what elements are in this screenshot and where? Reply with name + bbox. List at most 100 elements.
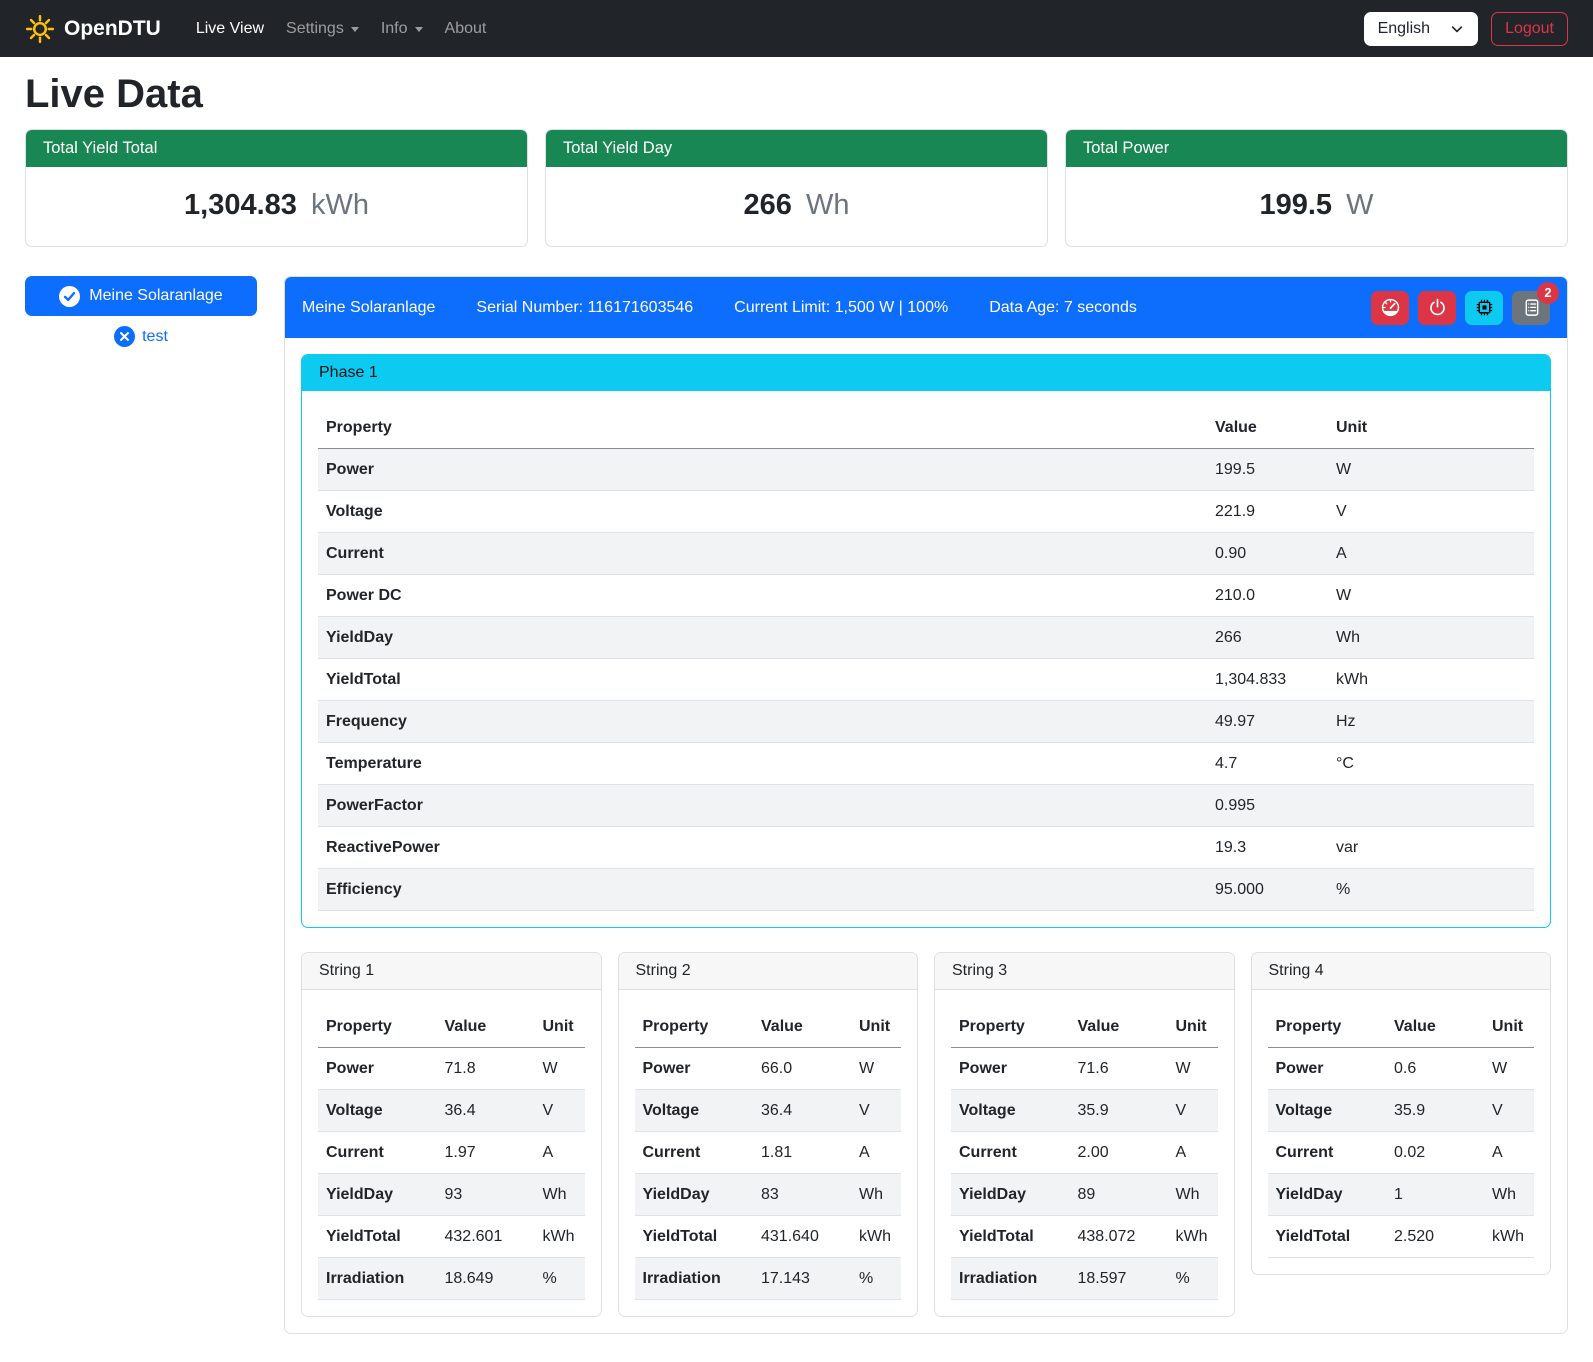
- card-unit: Wh: [806, 189, 850, 221]
- card-title: Total Power: [1066, 130, 1567, 167]
- nav-item-about[interactable]: About: [436, 12, 496, 46]
- nav-item-label: Info: [381, 20, 408, 38]
- property-cell: Current: [635, 1132, 754, 1174]
- string-4-title: String 4: [1252, 953, 1551, 990]
- property-cell: Irradiation: [951, 1258, 1070, 1300]
- unit-cell: kWh: [1478, 1216, 1534, 1258]
- inverter-name: Meine Solaranlage: [302, 299, 435, 317]
- power-icon: [1428, 298, 1447, 317]
- table-row: Power DC210.0W: [318, 575, 1534, 617]
- property-cell: Efficiency: [318, 869, 1207, 911]
- value-cell: 1: [1386, 1174, 1478, 1216]
- table-header-row: Property Value Unit: [318, 407, 1534, 449]
- table-row: Current0.90A: [318, 533, 1534, 575]
- table-row: Irradiation17.143%: [635, 1258, 902, 1300]
- navbar-right: English Logout: [1364, 12, 1568, 46]
- unit-cell: %: [845, 1258, 901, 1300]
- value-cell: 221.9: [1207, 491, 1319, 533]
- property-cell: Irradiation: [318, 1258, 437, 1300]
- inverter-select-button[interactable]: Meine Solaranlage: [25, 276, 257, 316]
- value-cell: 18.649: [437, 1258, 529, 1300]
- unit-cell: Wh: [529, 1174, 585, 1216]
- brand-logo[interactable]: OpenDTU: [25, 14, 161, 44]
- value-cell: 35.9: [1070, 1090, 1162, 1132]
- value-cell: 1,304.833: [1207, 659, 1319, 701]
- unit-cell: V: [1319, 491, 1534, 533]
- unit-cell: [1319, 785, 1534, 827]
- table-row: YieldTotal432.601kWh: [318, 1216, 585, 1258]
- device-info-button[interactable]: [1465, 291, 1503, 325]
- event-count-badge: 2: [1537, 282, 1559, 304]
- column-header-value: Value: [437, 1006, 529, 1048]
- table-row: YieldTotal2.520kWh: [1268, 1216, 1535, 1258]
- string-1-title: String 1: [302, 953, 601, 990]
- string-3-title: String 3: [935, 953, 1234, 990]
- column-header-property: Property: [318, 407, 1207, 449]
- property-cell: Power: [635, 1048, 754, 1090]
- table-row: Current0.02A: [1268, 1132, 1535, 1174]
- table-row: YieldTotal438.072kWh: [951, 1216, 1218, 1258]
- event-log-button[interactable]: 2: [1512, 291, 1550, 325]
- property-cell: YieldTotal: [635, 1216, 754, 1258]
- value-cell: 1.81: [753, 1132, 845, 1174]
- nav-item-settings[interactable]: Settings: [277, 12, 368, 46]
- string-2-title: String 2: [619, 953, 918, 990]
- table-row: ReactivePower19.3var: [318, 827, 1534, 869]
- table-header-row: Property Value Unit: [318, 1006, 585, 1048]
- property-cell: Power DC: [318, 575, 1207, 617]
- value-cell: 93: [437, 1174, 529, 1216]
- value-cell: 18.597: [1070, 1258, 1162, 1300]
- unit-cell: A: [1478, 1132, 1534, 1174]
- table-header-row: Property Value Unit: [1268, 1006, 1535, 1048]
- value-cell: 4.7: [1207, 743, 1319, 785]
- value-cell: 66.0: [753, 1048, 845, 1090]
- property-cell: YieldTotal: [1268, 1216, 1387, 1258]
- column-header-property: Property: [951, 1006, 1070, 1048]
- value-cell: 0.02: [1386, 1132, 1478, 1174]
- power-toggle-button[interactable]: [1418, 291, 1456, 325]
- language-select[interactable]: English: [1364, 12, 1478, 46]
- property-cell: Current: [951, 1132, 1070, 1174]
- value-cell: 2.520: [1386, 1216, 1478, 1258]
- gauge-icon: [1381, 298, 1400, 317]
- total-yield-day-card: Total Yield Day 266 Wh: [545, 129, 1048, 247]
- navbar: OpenDTU Live View Settings Info About En…: [0, 0, 1593, 57]
- unit-cell: kWh: [845, 1216, 901, 1258]
- logout-button[interactable]: Logout: [1491, 12, 1568, 46]
- phase-1-card: Phase 1 Property Value Unit Power199.5WV…: [301, 354, 1551, 928]
- string-2-table: Property Value Unit Power66.0WVoltage36.…: [635, 1006, 902, 1300]
- limit-settings-button[interactable]: [1371, 291, 1409, 325]
- unit-cell: %: [1162, 1258, 1218, 1300]
- property-cell: Power: [951, 1048, 1070, 1090]
- property-cell: Power: [318, 1048, 437, 1090]
- dropdown-caret-icon: [415, 27, 423, 32]
- nav-item-live-view[interactable]: Live View: [187, 12, 273, 46]
- nav-item-info[interactable]: Info: [372, 12, 432, 46]
- inverter-toolbar: 2: [1371, 291, 1550, 325]
- property-cell: Current: [1268, 1132, 1387, 1174]
- unit-cell: kWh: [1162, 1216, 1218, 1258]
- value-cell: 199.5: [1207, 449, 1319, 491]
- table-row: Current2.00A: [951, 1132, 1218, 1174]
- nav-item-label: Live View: [196, 20, 264, 38]
- table-row: Voltage35.9V: [951, 1090, 1218, 1132]
- column-header-value: Value: [1207, 407, 1319, 449]
- property-cell: ReactivePower: [318, 827, 1207, 869]
- unit-cell: V: [1478, 1090, 1534, 1132]
- column-header-unit: Unit: [1478, 1006, 1534, 1048]
- property-cell: Voltage: [318, 491, 1207, 533]
- unit-cell: kWh: [1319, 659, 1534, 701]
- unit-cell: °C: [1319, 743, 1534, 785]
- dropdown-caret-icon: [351, 27, 359, 32]
- inverter-limit: Current Limit: 1,500 W | 100%: [734, 299, 948, 317]
- table-row: YieldDay83Wh: [635, 1174, 902, 1216]
- table-row: Temperature4.7°C: [318, 743, 1534, 785]
- table-row: Power0.6W: [1268, 1048, 1535, 1090]
- card-value: 1,304.83: [184, 189, 297, 221]
- value-cell: 95.000: [1207, 869, 1319, 911]
- value-cell: 89: [1070, 1174, 1162, 1216]
- table-row: Voltage36.4V: [635, 1090, 902, 1132]
- x-circle-icon[interactable]: [114, 326, 135, 347]
- string-3-table: Property Value Unit Power71.6WVoltage35.…: [951, 1006, 1218, 1300]
- nav-item-label: About: [445, 20, 487, 38]
